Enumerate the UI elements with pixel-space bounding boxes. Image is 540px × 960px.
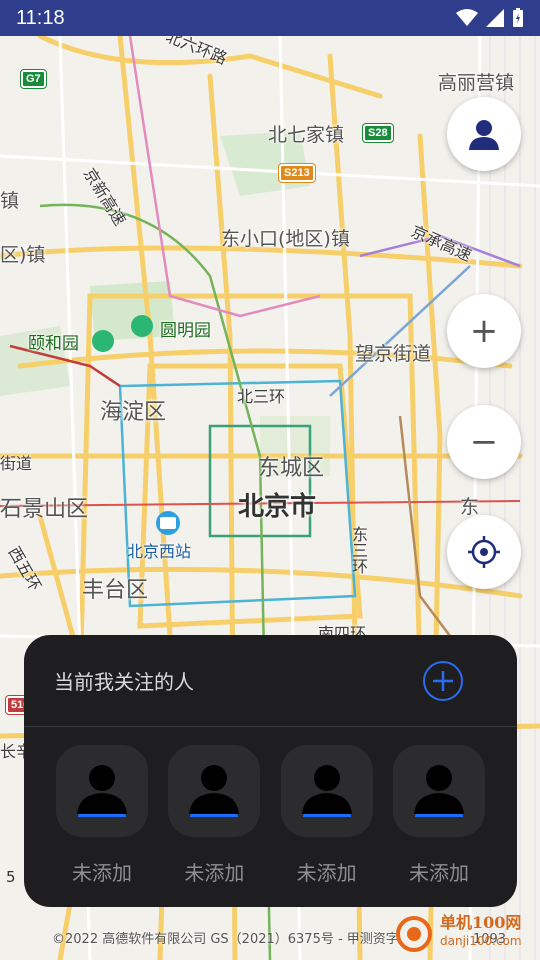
- status-bar: 11:18: [0, 0, 540, 36]
- map-scale: 5: [6, 868, 16, 886]
- add-contact-button[interactable]: [423, 660, 463, 701]
- locate-button[interactable]: [447, 515, 521, 589]
- contact-label: 未添加: [408, 861, 469, 885]
- map-label-beijingxi: 北京西站: [127, 542, 192, 561]
- panel-header: 当前我关注的人: [24, 635, 517, 727]
- following-panel: 当前我关注的人 未添加 未添加 未添加 未添加: [24, 635, 517, 907]
- contact-slot[interactable]: 未添加: [280, 745, 373, 886]
- avatar: [168, 745, 261, 837]
- wifi-icon: [456, 9, 478, 26]
- avatar: [56, 745, 148, 837]
- avatar: [280, 745, 373, 837]
- avatar: [392, 745, 485, 837]
- road-shield-s28: S28: [362, 123, 394, 143]
- map-label-zhen-left2: 镇: [0, 190, 20, 212]
- road-shield-g7: G7: [20, 69, 47, 89]
- map-label-fengtai: 丰台区: [82, 578, 149, 603]
- contact-label: 未添加: [296, 861, 357, 885]
- status-time: 11:18: [16, 6, 65, 29]
- profile-button[interactable]: [447, 97, 521, 171]
- map-label-dongcheng: 东城区: [258, 456, 325, 481]
- map-label-yuanmingyuan: 圆明园: [160, 321, 211, 341]
- map-label-ring3: 北三环: [237, 387, 286, 406]
- contact-list: 未添加 未添加 未添加 未添加: [24, 727, 517, 886]
- map-label-shijingshan: 石景山区: [0, 497, 89, 522]
- map-label-jiedao-left: 街道: [0, 454, 33, 473]
- person-icon: [189, 765, 240, 817]
- map-label-dongxiaokou: 东小口(地区)镇: [221, 228, 350, 250]
- watermark-logo-icon: [396, 916, 432, 952]
- map-label-yiheyuan: 颐和园: [28, 334, 79, 354]
- road-shield-s213: S213: [278, 163, 316, 183]
- crosshair-icon: [468, 536, 500, 568]
- map-label-beijing: 北京市: [238, 492, 317, 522]
- contact-label: 未添加: [184, 861, 245, 885]
- panel-title: 当前我关注的人: [54, 670, 194, 694]
- zoom-out-button[interactable]: −: [447, 405, 521, 479]
- person-icon: [413, 765, 464, 817]
- map-label-ring3-east: 东三环: [349, 526, 368, 574]
- copyright-text: ©2022 高德软件有限公司 GS（2021）6375号 - 甲测资字: [52, 932, 399, 947]
- watermark-url: danji100.com: [440, 934, 522, 948]
- map-label-haidian: 海淀区: [100, 400, 167, 425]
- minus-icon: −: [469, 422, 499, 462]
- contact-slot[interactable]: 未添加: [392, 745, 485, 886]
- map-label-beiqijia: 北七家镇: [268, 124, 345, 146]
- plus-icon: +: [469, 311, 499, 351]
- plus-icon: [433, 670, 453, 691]
- person-icon: [301, 765, 352, 817]
- map-label-gaoliying: 高丽营镇: [438, 72, 515, 94]
- signal-icon: [486, 9, 504, 27]
- status-icons: [456, 8, 524, 28]
- person-icon: [469, 120, 499, 150]
- map-scale-value: 5: [6, 868, 16, 886]
- watermark: 单机100网 danji100.com: [392, 912, 522, 952]
- yiheyuan-marker: [92, 330, 114, 352]
- map-label-zhen-left: 区)镇: [0, 244, 46, 266]
- person-icon: [77, 765, 127, 817]
- yuanmingyuan-marker: [131, 315, 153, 337]
- battery-icon: [513, 8, 523, 27]
- map-label-wangjing: 望京街道: [355, 343, 432, 365]
- contact-slot[interactable]: 未添加: [168, 745, 261, 886]
- watermark-name: 单机100网: [440, 913, 522, 932]
- contact-slot[interactable]: 未添加: [56, 745, 148, 886]
- contact-label: 未添加: [72, 861, 132, 885]
- zoom-in-button[interactable]: +: [447, 294, 521, 368]
